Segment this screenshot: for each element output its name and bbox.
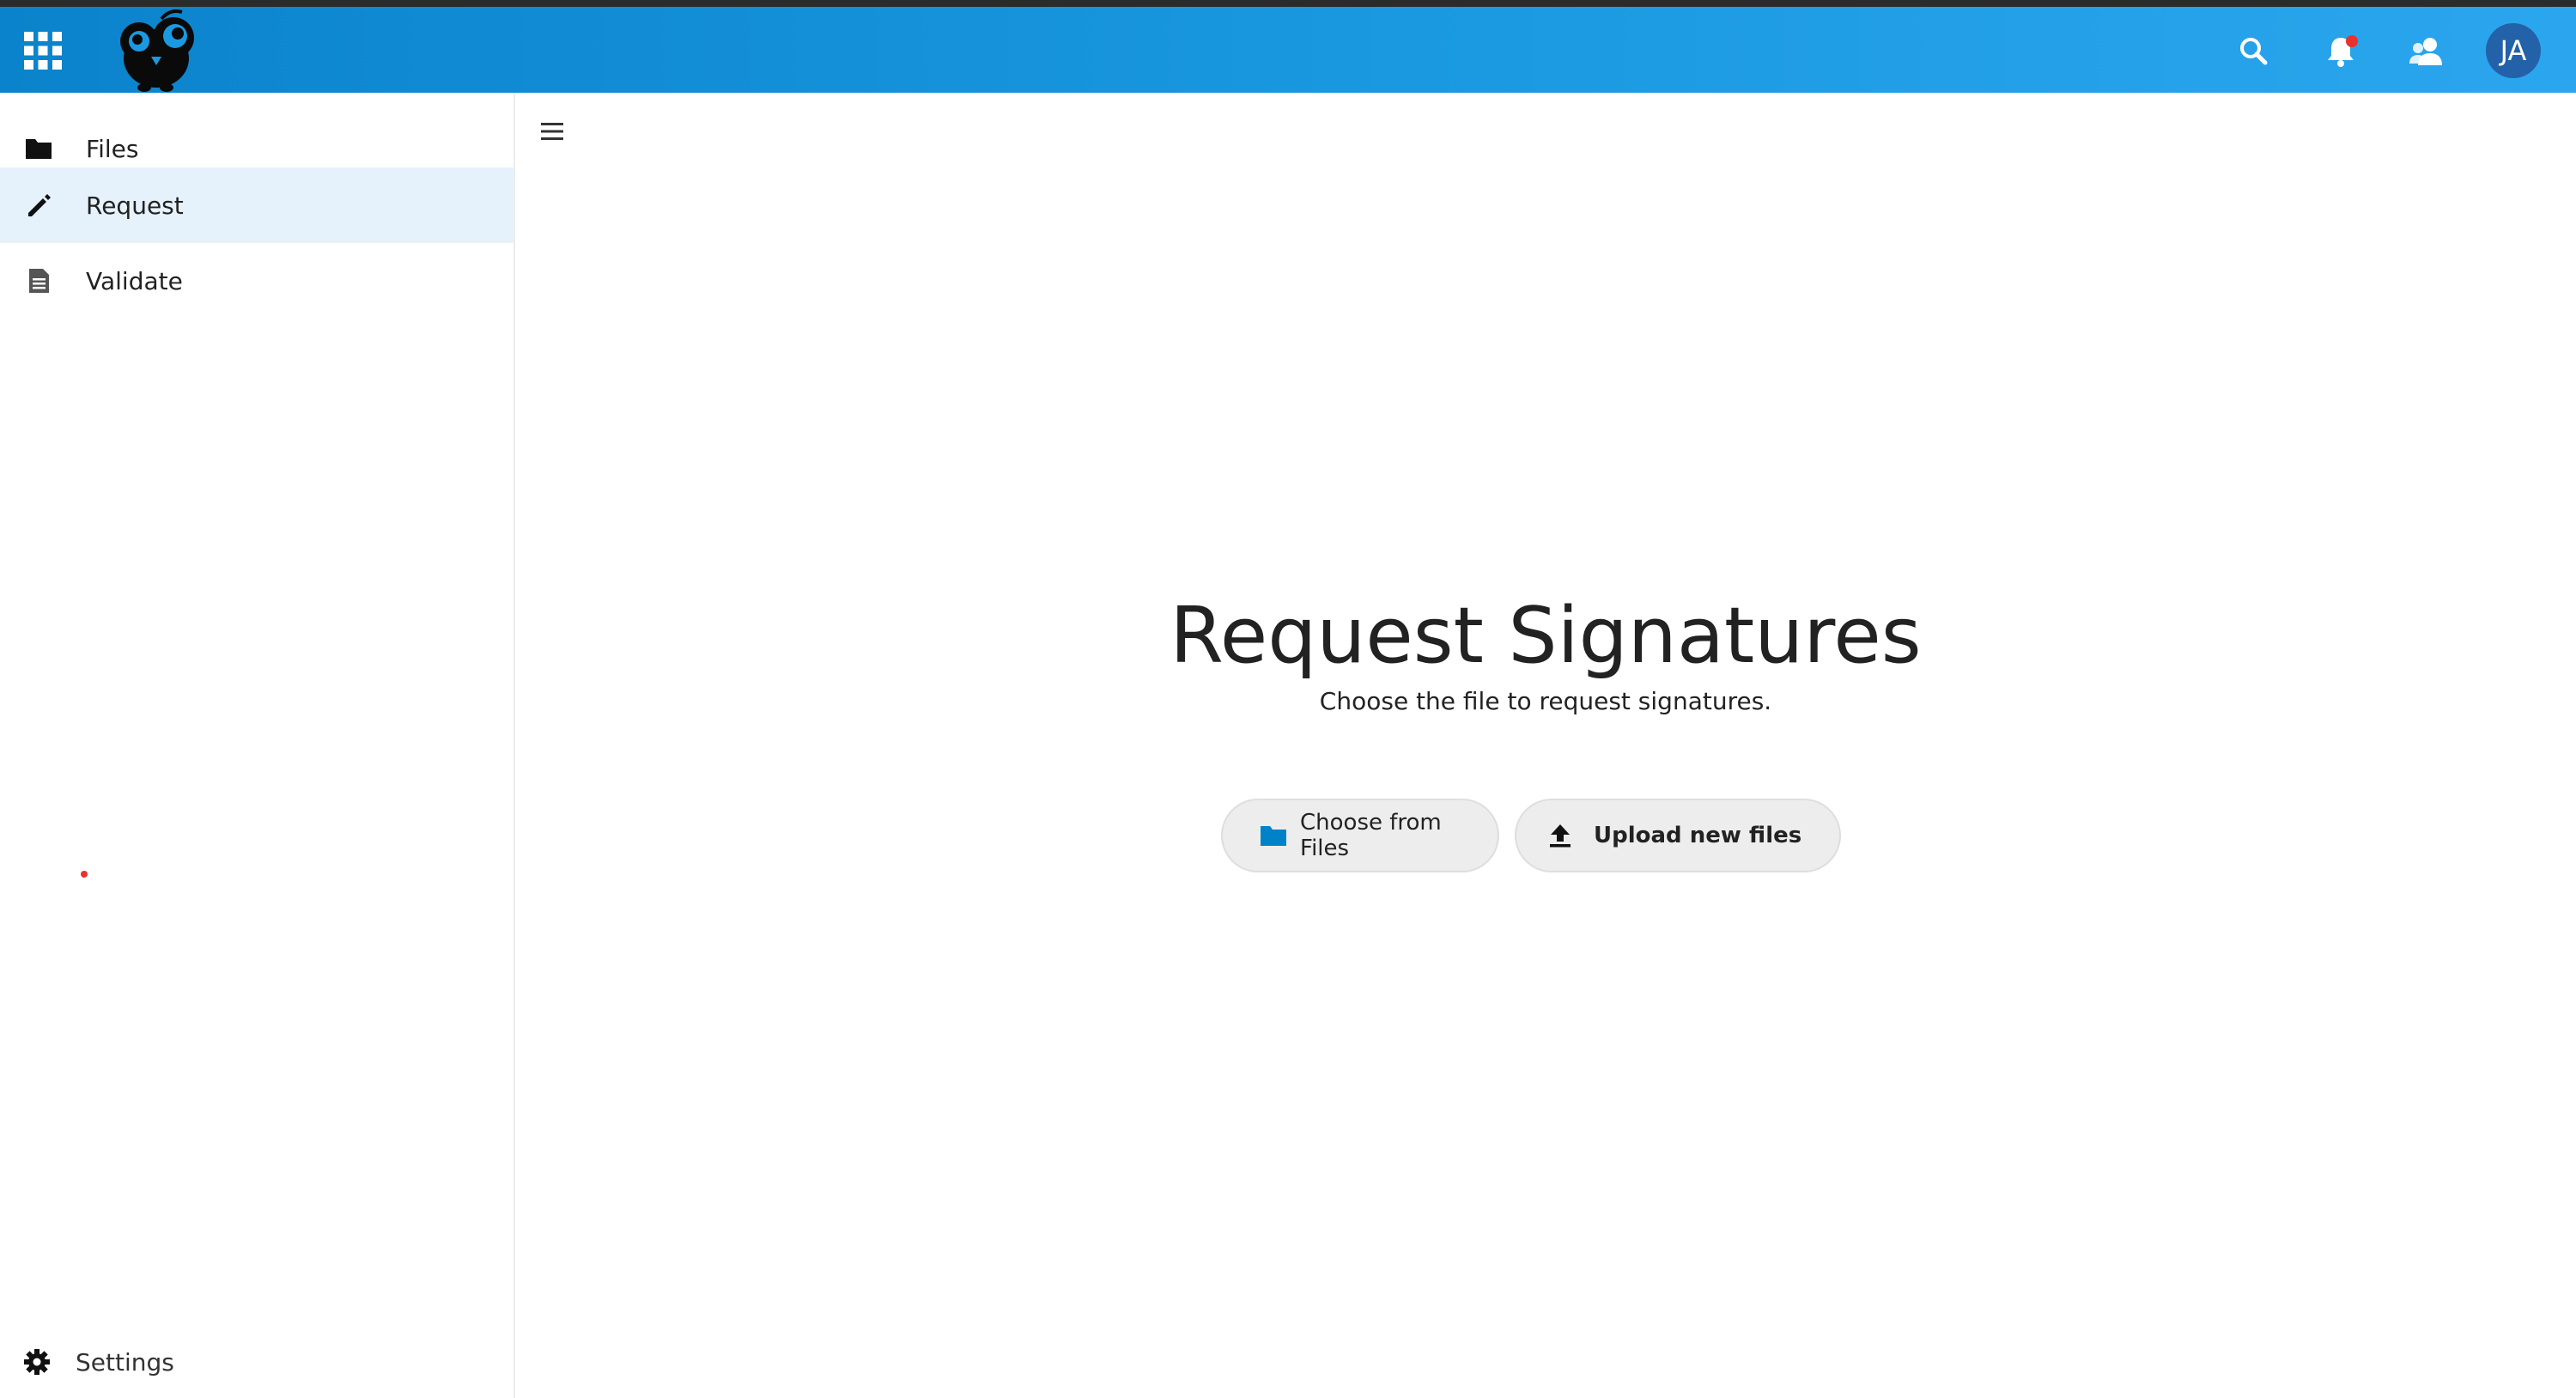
notification-dot <box>2346 35 2358 47</box>
search-icon[interactable] <box>2235 33 2273 70</box>
choose-from-files-label: Choose from Files <box>1300 810 1442 861</box>
sidebar-item-label: Files <box>86 134 139 163</box>
upload-new-files-button[interactable]: Upload new files <box>1515 799 1841 872</box>
sidebar-item-label: Request <box>86 191 184 220</box>
sidebar-settings[interactable]: Settings <box>0 1328 513 1396</box>
upload-new-files-label: Upload new files <box>1594 823 1802 848</box>
sidebar-item-label: Validate <box>86 266 183 295</box>
page-title: Request Signatures <box>1170 591 1922 681</box>
apps-grid-icon[interactable] <box>23 31 63 70</box>
upload-icon <box>1550 824 1571 848</box>
stray-dot <box>81 871 88 878</box>
sidebar-item-validate[interactable]: Validate <box>0 243 513 319</box>
gear-icon <box>24 1349 50 1375</box>
choose-from-files-button[interactable]: Choose from Files <box>1221 799 1499 872</box>
contacts-icon[interactable] <box>2408 33 2445 70</box>
document-icon <box>29 269 49 293</box>
sidebar: Files Request Validate Settings <box>0 93 515 1398</box>
pencil-icon <box>28 194 51 216</box>
app-header: JA <box>0 7 2576 93</box>
window-top-strip <box>0 0 2576 7</box>
page-subtitle: Choose the file to request signatures. <box>1319 687 1772 715</box>
sidebar-item-request[interactable]: Request <box>0 167 513 243</box>
folder-icon <box>1261 826 1286 846</box>
hamburger-menu-icon[interactable] <box>538 117 567 146</box>
owl-logo-icon[interactable] <box>113 7 199 93</box>
user-avatar[interactable]: JA <box>2486 23 2541 78</box>
folder-icon <box>26 139 52 159</box>
settings-label: Settings <box>76 1347 174 1377</box>
